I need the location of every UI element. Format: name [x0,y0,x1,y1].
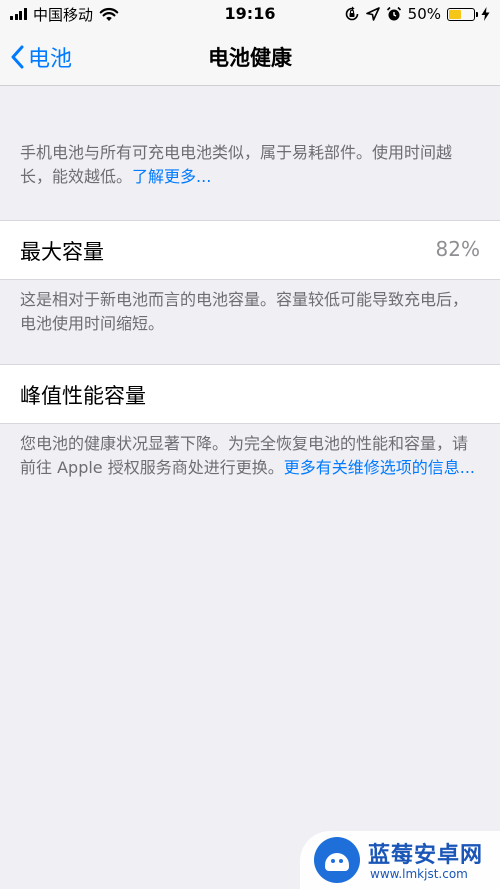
repair-options-link[interactable]: 更多有关维修选项的信息... [284,458,475,477]
alarm-icon [386,6,401,21]
intro-text: 手机电池与所有可充电电池类似，属于易耗部件。使用时间越长，能效越低。了解更多..… [20,141,482,189]
watermark-url: www.lmkjst.com [370,867,468,881]
status-right: 50% [338,4,490,24]
peak-performance-description: 您电池的健康状况显著下降。为完全恢复电池的性能和容量，请前往 Apple 授权服… [20,432,482,480]
watermark: 蓝莓安卓网 www.lmkjst.com [300,831,500,889]
status-bar: 中国移动 19:16 50% [0,0,500,28]
charging-bolt-icon [481,7,490,21]
watermark-name: 蓝莓安卓网 [368,843,484,868]
intro-description: 手机电池与所有可充电电池类似，属于易耗部件。使用时间越长，能效越低。 [20,143,453,186]
max-capacity-row: 最大容量 82% [0,220,500,280]
location-icon [365,7,380,21]
navigation-bar: 电池 电池健康 [0,28,500,86]
android-logo-icon [314,837,360,883]
max-capacity-description: 这是相对于新电池而言的电池容量。容量较低可能导致充电后，电池使用时间缩短。 [20,290,469,333]
max-capacity-value: 82% [435,237,480,261]
battery-level-fill [449,9,461,19]
max-capacity-label: 最大容量 [20,240,104,264]
peak-performance-label: 峰值性能容量 [20,384,146,408]
orientation-lock-icon [345,6,358,21]
peak-performance-row: 峰值性能容量 [0,364,500,424]
battery-percent: 50% [407,5,441,23]
page-title: 电池健康 [208,46,292,70]
battery-icon [447,7,478,21]
learn-more-link[interactable]: 了解更多... [132,167,211,186]
